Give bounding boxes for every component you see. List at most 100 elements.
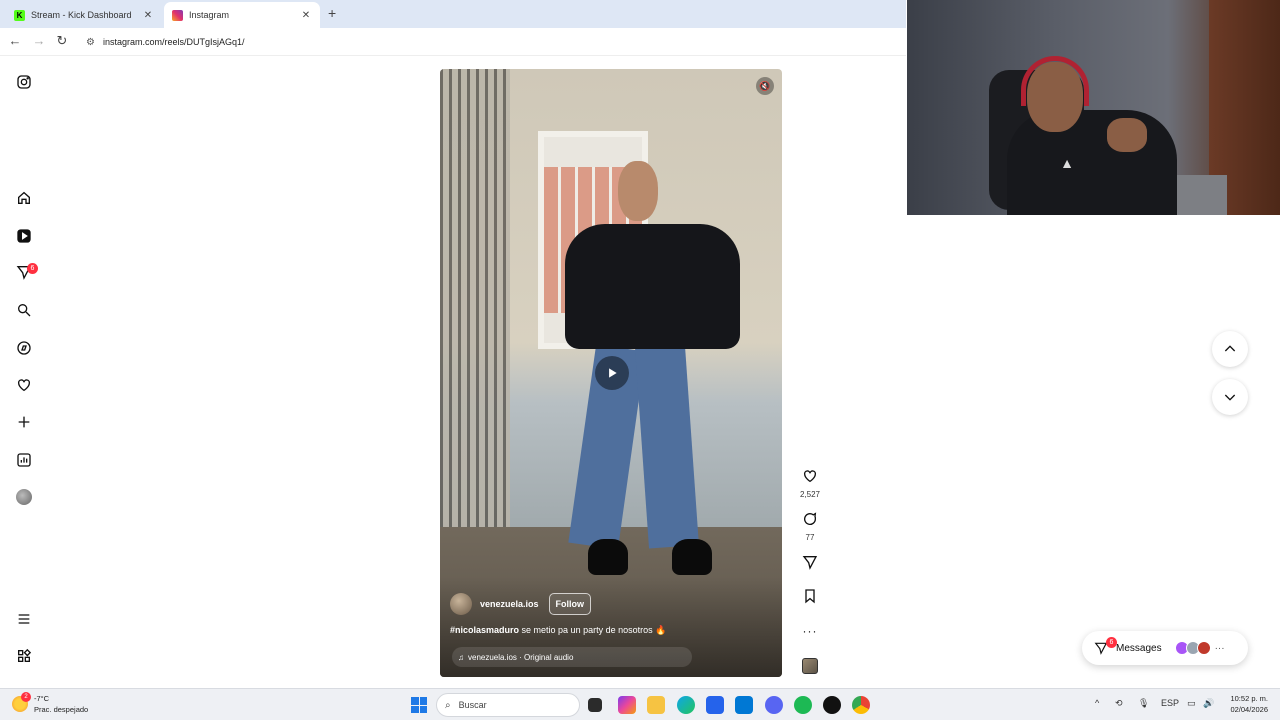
outlook-icon[interactable] [735,696,753,714]
music-note-icon: ♫ [458,652,464,662]
comment-icon [804,512,817,525]
taskbar-clock[interactable]: 10:52 p. m. 02/04/2026 [1222,693,1268,715]
instagram-logo-icon[interactable] [14,72,34,92]
search-icon[interactable] [14,300,34,320]
next-reel-button[interactable] [1212,379,1248,415]
comment-button[interactable]: 77 [796,511,824,542]
messages-label: Messages [1116,642,1162,654]
mute-icon[interactable]: 🔇 [756,77,774,95]
likes-count: 2,527 [799,490,821,499]
person-shoe [588,539,628,575]
windows-start-icon[interactable] [411,697,427,713]
copilot-icon[interactable] [618,696,636,714]
comments-count: 77 [805,533,815,542]
instagram-sidebar: 6 [0,56,48,688]
messages-badge: 6 [1106,637,1117,648]
reels-icon[interactable] [14,226,34,246]
taskbar-search-input[interactable]: ⌕ Buscar [436,693,580,717]
explore-icon[interactable] [14,338,34,358]
volume-icon[interactable]: 🔊 [1203,698,1214,709]
search-placeholder: Buscar [458,700,487,710]
hoodie-logo: ▲ [1060,155,1074,171]
caption-hashtag[interactable]: #nicolasmaduro [450,625,519,635]
audio-link[interactable]: ♫ venezuela.ios · Original audio [452,647,692,667]
edge-icon[interactable] [677,696,695,714]
weather-badge: 2 [21,692,31,702]
streamer-hand [1107,118,1147,152]
windows-taskbar: 2 -7°C Prac. despejado ⌕ Buscar ^ ⟲ 🎙 ES… [0,688,1280,720]
address-bar-row: ← → ↻ ⚙ instagram.com/reels/DUTgIsjAGq1/ [0,28,906,56]
obs-icon[interactable] [823,696,841,714]
tab-kick-dashboard[interactable]: K Stream - Kick Dashboard ✕ [6,2,162,28]
messages-pill[interactable]: 6 Messages ··· [1082,631,1248,665]
microphone-icon[interactable]: 🎙 [1138,698,1149,709]
person-shoe [672,539,712,575]
notifications-heart-icon[interactable] [14,375,34,395]
browser-tab-strip: K Stream - Kick Dashboard ✕ Instagram ✕ … [0,0,906,28]
more-options-button[interactable]: ··· [796,622,824,640]
bookmark-icon [805,589,815,604]
author-avatar[interactable] [450,593,472,615]
back-arrow-icon[interactable]: ← [6,33,24,48]
store-icon[interactable] [706,696,724,714]
reel-caption: #nicolasmaduro se metio pa un party de n… [450,625,666,636]
headset [1021,56,1089,106]
file-explorer-icon[interactable] [647,696,665,714]
menu-hamburger-icon[interactable] [14,609,34,629]
weather-temp: -7°C [34,694,50,703]
close-tab-icon[interactable]: ✕ [300,10,312,21]
audio-thumbnail[interactable] [802,658,818,674]
share-button[interactable] [796,554,824,575]
close-tab-icon[interactable]: ✕ [142,10,154,21]
profile-avatar[interactable] [16,489,32,505]
follow-button[interactable]: Follow [548,593,592,615]
weather-widget[interactable]: 2 -7°C Prac. despejado [12,692,89,715]
heart-icon [804,470,816,483]
url-text: instagram.com/reels/DUTgIsjAGq1/ [102,37,245,47]
caption-text: se metio pa un party de nosotros 🔥 [519,625,667,635]
person-sweater [565,224,740,349]
create-plus-icon[interactable] [14,412,34,432]
new-tab-button[interactable]: + [328,5,336,21]
site-info-icon[interactable]: ⚙ [86,37,95,48]
reel-author: venezuela.ios Follow [450,593,592,615]
play-icon[interactable] [595,356,629,390]
share-icon [802,556,818,570]
search-icon: ⌕ [445,699,451,711]
discord-icon[interactable] [765,696,783,714]
instagram-favicon-icon [172,9,183,21]
url-field[interactable]: ⚙ instagram.com/reels/DUTgIsjAGq1/ [86,32,896,52]
reel-video[interactable]: 🔇 venezuela.ios Follow #nicolasmaduro se… [440,69,782,677]
messages-badge: 6 [27,263,38,274]
more-apps-icon[interactable] [14,646,34,666]
author-username[interactable]: venezuela.ios [480,599,539,609]
more-dots-icon: ··· [802,624,818,638]
tray-app-icon[interactable]: ⟲ [1115,698,1123,709]
clock-date: 02/04/2026 [1230,705,1268,714]
reload-icon[interactable]: ↻ [53,33,71,49]
weather-desc: Prac. despejado [34,705,89,714]
save-button[interactable] [796,588,824,609]
like-button[interactable]: 2,527 [796,468,824,499]
home-icon[interactable] [14,188,34,208]
weather-sun-icon: 2 [12,692,31,712]
network-icon[interactable]: ▭ [1187,698,1196,709]
spotify-icon[interactable] [794,696,812,714]
forward-arrow-icon[interactable]: → [30,33,48,48]
tab-title: Instagram [189,10,230,20]
clock-time: 10:52 p. m. [1230,694,1268,703]
audio-label: venezuela.ios · Original audio [468,652,574,662]
previous-reel-button[interactable] [1212,331,1248,367]
chrome-icon[interactable] [852,696,870,714]
language-indicator[interactable]: ESP [1161,698,1179,708]
person-head [618,161,658,221]
kick-favicon-icon: K [14,9,25,21]
webcam-overlay: ▲ [907,0,1280,215]
tab-title: Stream - Kick Dashboard [31,10,132,20]
task-view-icon[interactable] [588,698,602,712]
tray-overflow-icon[interactable]: ^ [1095,698,1099,708]
person-leg [635,345,699,549]
dashboard-icon[interactable] [14,450,34,470]
tab-instagram[interactable]: Instagram ✕ [164,2,320,28]
contact-avatar [1196,641,1211,655]
